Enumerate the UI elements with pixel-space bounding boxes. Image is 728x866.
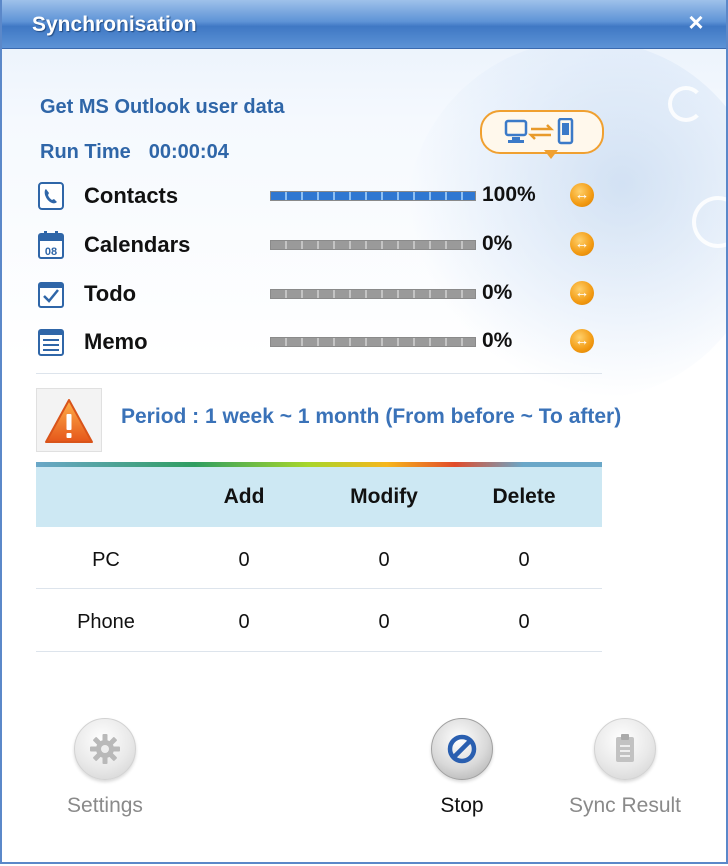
contacts-icon [38, 182, 64, 210]
category-row-calendars: 08 Calendars 0% ↔ [38, 229, 608, 261]
section-divider [36, 373, 602, 374]
category-row-memo: Memo 0% ↔ [38, 326, 608, 358]
settings-label: Settings [67, 794, 143, 817]
cell-add: 0 [238, 611, 250, 633]
progress-percent: 100% [482, 183, 536, 206]
row-name-pc: PC [92, 549, 120, 571]
settings-button-circle[interactable] [74, 718, 136, 780]
progress-bar [270, 240, 476, 250]
sync-direction-button[interactable]: ↔ [570, 232, 594, 256]
warning-icon-box [36, 388, 102, 452]
run-time-label: Run Time [40, 141, 131, 163]
pc-phone-sync-icon [480, 110, 604, 159]
row-divider [36, 588, 602, 589]
settings-button[interactable]: Settings [45, 718, 165, 818]
progress-bar [270, 289, 476, 299]
title-bar: Synchronisation × [2, 0, 726, 49]
run-time: Run Time 00:00:04 [40, 141, 229, 164]
stop-button-circle[interactable] [431, 718, 493, 780]
period-text: Period : 1 week ~ 1 month (From before ~… [121, 405, 622, 428]
sync-result-label: Sync Result [568, 794, 682, 817]
sync-result-button[interactable]: Sync Result [550, 718, 700, 818]
progress-fill [271, 192, 475, 200]
pc-phone-sync-icon-graphic [504, 118, 574, 145]
sync-direction-button[interactable]: ↔ [570, 183, 594, 207]
category-row-todo: Todo 0% ↔ [38, 278, 608, 310]
sync-window: Synchronisation × Get MS Outlook user da… [0, 0, 728, 864]
stop-icon [447, 734, 477, 764]
run-time-value: 00:00:04 [148, 141, 229, 163]
bubble-tail [544, 150, 558, 159]
cell-delete: 0 [518, 549, 530, 571]
close-button[interactable]: × [682, 8, 710, 36]
category-label: Contacts [84, 183, 179, 208]
cell-add: 0 [238, 549, 250, 571]
progress-percent: 0% [482, 281, 513, 304]
window-title: Synchronisation [32, 13, 197, 36]
category-row-contacts: Contacts 100% ↔ [38, 180, 608, 212]
todo-icon [38, 282, 64, 308]
category-label: Memo [84, 329, 148, 354]
decorative-sync-ring [668, 86, 704, 122]
stop-button[interactable]: Stop [402, 718, 522, 818]
calendar-icon-day: 08 [45, 246, 57, 258]
progress-percent: 0% [482, 232, 513, 255]
sync-direction-button[interactable]: ↔ [570, 329, 594, 353]
sync-result-button-circle[interactable] [594, 718, 656, 780]
column-header-modify: Modify [350, 485, 418, 508]
clipboard-icon [616, 734, 634, 762]
row-divider [36, 651, 602, 652]
gear-icon [90, 734, 120, 764]
cell-delete: 0 [518, 611, 530, 633]
category-label: Calendars [84, 232, 191, 257]
table-header: Add Modify Delete [36, 467, 602, 527]
category-label: Todo [84, 281, 137, 306]
cell-modify: 0 [378, 611, 390, 633]
calendar-icon: 08 [38, 231, 64, 259]
stop-label: Stop [440, 794, 484, 817]
column-header-delete: Delete [492, 485, 556, 508]
progress-bar [270, 191, 476, 201]
warning-icon [45, 399, 93, 443]
progress-bar [270, 337, 476, 347]
progress-percent: 0% [482, 329, 513, 352]
column-header-add: Add [223, 485, 265, 508]
memo-icon [38, 329, 64, 356]
sync-direction-button[interactable]: ↔ [570, 281, 594, 305]
cell-modify: 0 [378, 549, 390, 571]
row-name-phone: Phone [77, 611, 135, 633]
status-message: Get MS Outlook user data [40, 96, 285, 118]
